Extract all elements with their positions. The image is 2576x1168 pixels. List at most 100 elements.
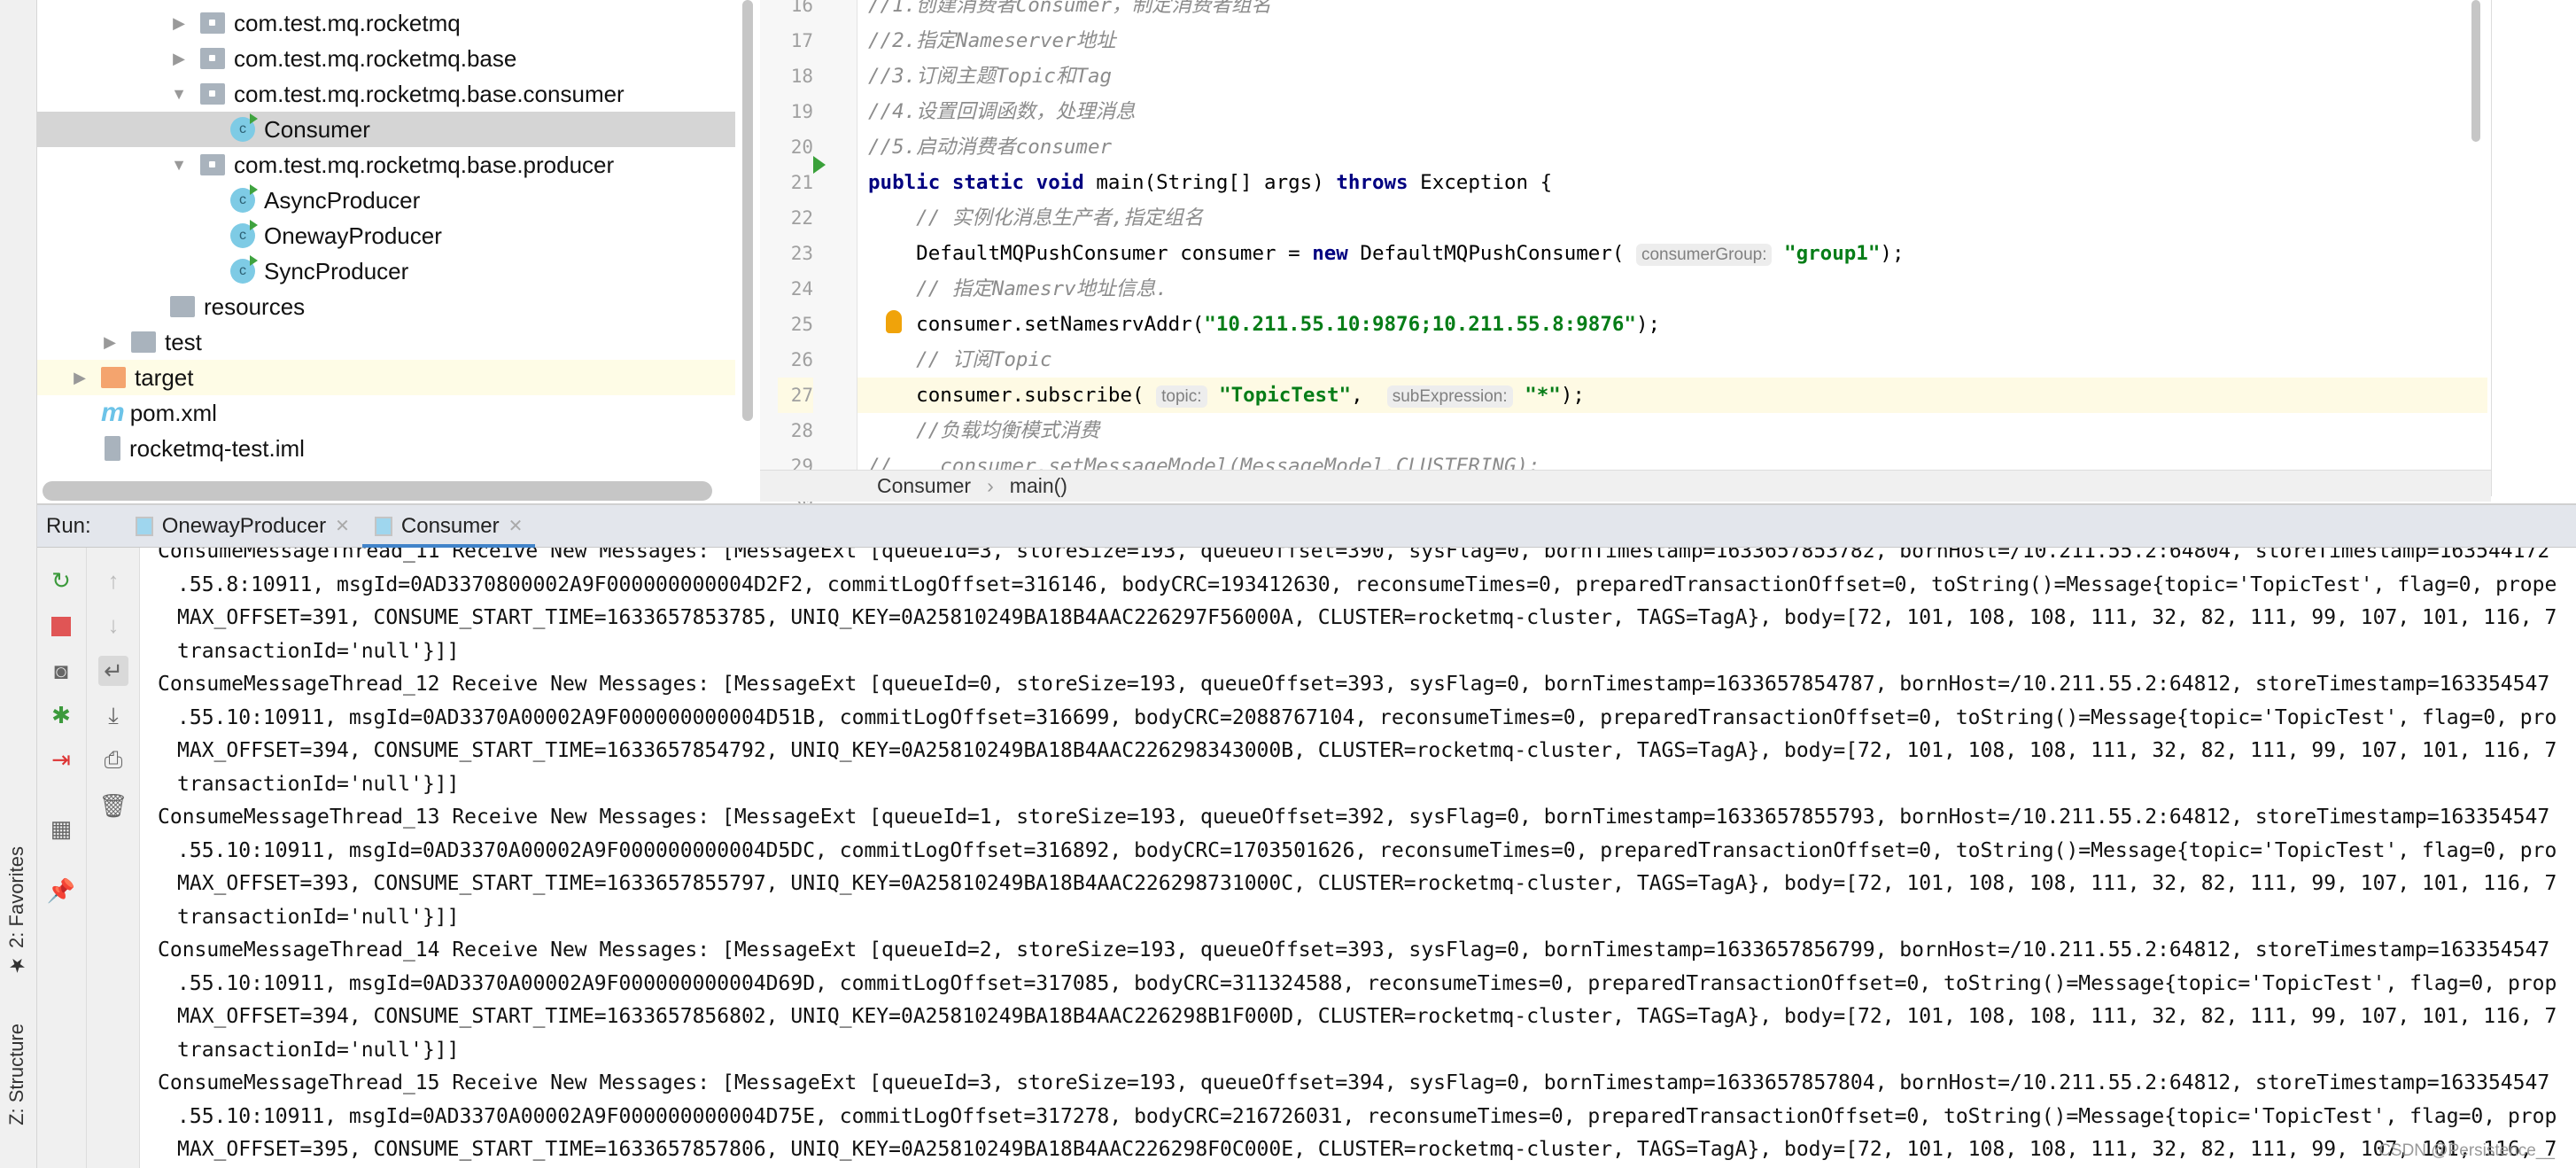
package-icon [200, 83, 225, 105]
arrow-up-icon[interactable]: ↑ [98, 565, 128, 596]
scroll-to-end-icon[interactable]: ⤓ [98, 700, 128, 730]
console-line: .55.10:10911, msgId=0AD3370A00002A9F0000… [177, 971, 2557, 995]
line-number: 24 [790, 278, 813, 300]
layout-icon[interactable]: ▦ [46, 814, 76, 844]
tree-item-label: Consumer [264, 115, 370, 143]
breadcrumb-method[interactable]: main() [1010, 474, 1067, 498]
tree-item[interactable]: c AsyncProducer [37, 183, 735, 218]
chevron-right-icon: › [987, 474, 994, 497]
line-number: 18 [790, 66, 813, 87]
tree-vertical-scrollbar[interactable] [742, 0, 753, 421]
code-line[interactable]: DefaultMQPushConsumer consumer = new Def… [857, 236, 2487, 271]
code-line[interactable]: // 订阅Topic [857, 342, 2487, 378]
editor-scrollbar[interactable] [2471, 0, 2480, 142]
code-token: DefaultMQPushConsumer( [1360, 242, 1636, 265]
expand-arrow-icon[interactable]: ▶ [170, 14, 188, 33]
line-number: 17 [790, 30, 813, 51]
code-token: // consumer.setMessageModel(MessageModel… [868, 455, 1540, 470]
tree-item[interactable]: ▼ com.test.mq.rocketmq.base.consumer [37, 76, 735, 112]
arrow-down-icon[interactable]: ↓ [98, 610, 128, 640]
code-token: consumer.setNamesrvAddr( [868, 313, 1205, 336]
console-line: transactionId='null'}]] [177, 639, 460, 663]
code-token: //4.设置回调函数，处理消息 [868, 100, 1136, 123]
code-line[interactable]: //3.订阅主题Topic和Tag [857, 58, 2487, 94]
project-tree: ▶ com.test.mq.rocketmq ▶ com.test.mq.rocke… [37, 0, 746, 479]
console-line: MAX_OFFSET=394, CONSUME_START_TIME=16336… [177, 1005, 2557, 1028]
code-token: //2.指定Nameserver地址 [868, 29, 1116, 52]
console-line: transactionId='null'}]] [177, 905, 460, 929]
tab-consumer[interactable]: Consumer ✕ [361, 504, 536, 549]
java-class-icon: c [230, 113, 258, 142]
close-icon[interactable]: ✕ [335, 515, 350, 537]
code-token: ); [1560, 384, 1585, 407]
tree-item[interactable]: resources [37, 289, 735, 324]
console-line: transactionId='null'}]] [177, 1038, 460, 1062]
java-class-icon: c [230, 255, 258, 284]
run-toolbar-secondary: ↑ ↓ ↵ ⤓ ⎙ 🗑 [87, 548, 140, 1168]
tree-item-selected[interactable]: c Consumer [37, 112, 735, 147]
tree-item[interactable]: c SyncProducer [37, 253, 735, 289]
code-token: // 指定Namesrv地址信息. [868, 277, 1168, 300]
console-line: ConsumeMessageThread_11 Receive New Mess… [158, 548, 2550, 563]
console-line: .55.10:10911, msgId=0AD3370A00002A9F0000… [177, 838, 2557, 862]
code-line[interactable]: //4.设置回调函数，处理消息 [857, 94, 2487, 129]
run-config-icon [374, 516, 392, 536]
trash-icon[interactable]: 🗑 [98, 790, 128, 821]
print-icon[interactable]: ⎙ [98, 744, 128, 775]
code-token: DefaultMQPushConsumer consumer = [868, 242, 1313, 265]
code-line[interactable]: //1.创建消费者Consumer，制定消费者组名 [857, 0, 2487, 23]
tree-item[interactable]: ▶ target [37, 360, 735, 395]
console-line: .55.8:10911, msgId=0AD3370800002A9F00000… [177, 572, 2557, 596]
maven-icon: m [101, 398, 125, 427]
expand-arrow-icon[interactable]: ▶ [71, 369, 89, 387]
package-icon [200, 48, 225, 69]
code-line[interactable]: consumer.setNamesrvAddr("10.211.55.10:98… [857, 307, 2487, 342]
code-line[interactable]: //5.启动消费者consumer [857, 129, 2487, 165]
code-line[interactable]: public static void main(String[] args) t… [857, 165, 2487, 200]
pin-icon[interactable]: 📌 [46, 876, 76, 906]
console-output[interactable]: ConsumeMessageThread_11 Receive New Mess… [142, 548, 2576, 1168]
debug-icon[interactable]: ✱ [46, 700, 76, 730]
structure-tool-tab[interactable]: Z: Structure [5, 1024, 28, 1125]
console-line: .55.10:10911, msgId=0AD3370A00002A9F0000… [177, 705, 2557, 729]
soft-wrap-icon[interactable]: ↵ [98, 656, 128, 686]
tree-item[interactable]: ▶ com.test.mq.rocketmq.base [37, 41, 735, 76]
tree-item[interactable]: m pom.xml [37, 395, 735, 431]
folder-icon [131, 331, 156, 353]
close-icon[interactable]: ✕ [508, 515, 524, 537]
left-tool-strip: ★ 2: Favorites Z: Structure [0, 0, 37, 1168]
collapse-arrow-icon[interactable]: ▼ [170, 85, 188, 104]
tree-item[interactable]: rocketmq-test.iml [37, 431, 735, 466]
favorites-tool-tab[interactable]: ★ 2: Favorites [5, 846, 28, 976]
code-line[interactable]: // 实例化消息生产者,指定组名 [857, 200, 2487, 236]
rerun-icon[interactable]: ↻ [46, 565, 76, 596]
tree-item[interactable]: c OnewayProducer [37, 218, 735, 253]
exit-icon[interactable]: ⇥ [46, 744, 76, 775]
expand-arrow-icon[interactable]: ▶ [170, 50, 188, 68]
tree-item[interactable]: ▶ test [37, 324, 735, 360]
run-gutter-icon[interactable] [813, 156, 826, 174]
console-line: MAX_OFFSET=395, CONSUME_START_TIME=16336… [177, 1138, 2557, 1161]
tree-item-label: com.test.mq.rocketmq [234, 9, 461, 36]
code-line[interactable]: //负载均衡模式消费 [857, 413, 2487, 448]
camera-icon[interactable]: ◙ [46, 656, 76, 686]
code-line[interactable]: // 指定Namesrv地址信息. [857, 271, 2487, 307]
code-editor[interactable]: //1.创建消费者Consumer，制定消费者组名 //2.指定Nameserve… [857, 0, 2487, 470]
tree-item[interactable]: ▼ com.test.mq.rocketmq.base.producer [37, 147, 735, 183]
collapse-arrow-icon[interactable]: ▼ [170, 156, 188, 175]
tab-oneway-producer[interactable]: OnewayProducer ✕ [123, 504, 362, 549]
breadcrumb-class[interactable]: Consumer [877, 474, 971, 498]
tree-horizontal-scrollbar[interactable] [43, 481, 712, 501]
tree-item-label: test [165, 328, 202, 355]
lightbulb-icon[interactable] [886, 310, 902, 333]
expand-arrow-icon[interactable]: ▶ [101, 333, 119, 352]
code-line[interactable]: // consumer.setMessageModel(MessageModel… [857, 448, 2487, 470]
code-line[interactable]: consumer.subscribe( topic: "TopicTest", … [857, 378, 2487, 413]
tree-item[interactable]: ▶ com.test.mq.rocketmq [37, 5, 735, 41]
code-line[interactable]: //2.指定Nameserver地址 [857, 23, 2487, 58]
line-number: 23 [790, 243, 813, 264]
tree-item-label: com.test.mq.rocketmq.base.consumer [234, 80, 625, 107]
console-line: ConsumeMessageThread_13 Receive New Mess… [158, 806, 2550, 829]
stop-icon[interactable] [51, 617, 71, 636]
